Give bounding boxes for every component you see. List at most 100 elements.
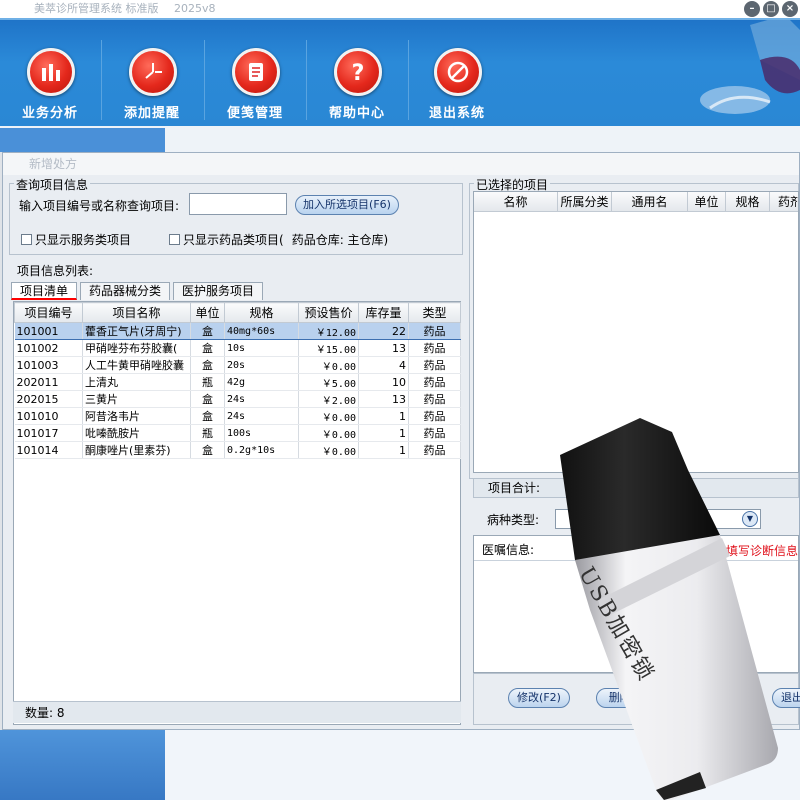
tab-nursing-service[interactable]: 医护服务项目	[173, 282, 264, 300]
checkbox-box[interactable]	[169, 234, 180, 245]
cell-spec: 100s	[224, 424, 299, 442]
col-header-unit[interactable]: 单位	[190, 302, 225, 323]
chevron-down-icon[interactable]: ▼	[742, 511, 758, 527]
table-row[interactable]: 202015 三黄片 盒 24s ￥2.00 13 药品	[14, 390, 461, 408]
table-row[interactable]: 101010 阿昔洛韦片 盒 24s ￥0.00 1 药品	[14, 407, 461, 425]
cell-type: 药品	[408, 424, 461, 442]
cell-spec: 42g	[224, 373, 299, 391]
cell-code: 101010	[14, 407, 83, 425]
disease-type-select[interactable]: ▼	[555, 509, 761, 529]
tab-item-list[interactable]: 项目清单	[11, 282, 78, 300]
minimize-icon[interactable]: –	[744, 1, 760, 17]
toolbar-label: 业务分析	[21, 106, 78, 121]
cell-code: 101003	[14, 356, 83, 374]
exit-system-button[interactable]: 退出系统	[407, 20, 507, 128]
col-header-category[interactable]: 所属分类	[558, 192, 612, 211]
cell-price: ￥0.00	[298, 424, 359, 442]
advice-divider	[474, 560, 798, 561]
item-tabs: 项目清单 药品器械分类 医护服务项目	[11, 282, 266, 300]
cell-spec: 0.2g*10s	[224, 441, 299, 459]
advice-label: 医嘱信息:	[482, 543, 535, 557]
title-bar: 美萃诊所管理系统 标准版 2025v8 – □ ×	[0, 0, 800, 18]
window-title: 美萃诊所管理系统 标准版	[34, 2, 159, 15]
cell-unit: 盒	[190, 407, 225, 425]
cell-price: ￥0.00	[298, 407, 359, 425]
only-drug-checkbox[interactable]: 只显示药品类项目( 药品仓库: 主仓库)	[169, 231, 388, 248]
panel-title: 新增处方	[3, 153, 799, 175]
cell-unit: 盒	[190, 356, 225, 374]
col-header-generic-name[interactable]: 通用名	[612, 192, 688, 211]
checkbox-box[interactable]	[21, 234, 32, 245]
close-icon[interactable]: ×	[782, 1, 798, 17]
col-header-unit[interactable]: 单位	[688, 192, 726, 211]
col-header-spec[interactable]: 规格	[224, 302, 299, 323]
cell-name: 藿香正气片(牙周宁)	[82, 322, 191, 340]
add-reminder-button[interactable]: 添加提醒	[102, 20, 202, 128]
table-row[interactable]: 202011 上清丸 瓶 42g ￥5.00 10 药品	[14, 373, 461, 391]
cell-spec: 20s	[224, 356, 299, 374]
cell-stock: 10	[358, 373, 409, 391]
cell-type: 药品	[408, 390, 461, 408]
notepad-icon	[232, 48, 280, 96]
strip-accent	[0, 128, 165, 152]
business-analysis-button[interactable]: 业务分析	[0, 20, 100, 128]
cell-price: ￥15.00	[298, 339, 359, 357]
cell-name: 三黄片	[82, 390, 191, 408]
cell-type: 药品	[408, 322, 461, 340]
bottom-band	[0, 730, 800, 800]
cell-spec: 24s	[224, 390, 299, 408]
cell-spec: 40mg*60s	[224, 322, 299, 340]
new-prescription-panel: 新增处方 查询项目信息 输入项目编号或名称查询项目: 加入所选项目(F6) 只显…	[2, 152, 800, 730]
col-header-spec[interactable]: 规格	[726, 192, 770, 211]
col-header-dosage[interactable]: 药剂	[770, 192, 798, 211]
cell-spec: 24s	[224, 407, 299, 425]
only-service-label: 只显示服务类项目	[35, 233, 132, 247]
only-drug-label: 只显示药品类项目(	[183, 233, 284, 247]
cell-stock: 1	[358, 424, 409, 442]
table-row[interactable]: 101014 酮康唑片(里素芬) 盒 0.2g*10s ￥0.00 1 药品	[14, 441, 461, 459]
table-row[interactable]: 101003 人工牛黄甲硝唑胶囊 盒 20s ￥0.00 4 药品	[14, 356, 461, 374]
cell-name: 人工牛黄甲硝唑胶囊	[82, 356, 191, 374]
exit-button[interactable]: 退出	[772, 688, 800, 708]
modify-button[interactable]: 修改(F2)	[508, 688, 570, 708]
cell-name: 酮康唑片(里素芬)	[82, 441, 191, 459]
cell-spec: 10s	[224, 339, 299, 357]
add-selected-button[interactable]: 加入所选项目(F6)	[295, 195, 399, 215]
cell-price: ￥12.00	[298, 322, 359, 340]
cell-stock: 13	[358, 339, 409, 357]
col-header-name[interactable]: 名称	[474, 192, 558, 211]
help-center-button[interactable]: ? 帮助中心	[307, 20, 407, 128]
notes-management-button[interactable]: 便笺管理	[205, 20, 305, 128]
col-header-stock[interactable]: 库存量	[358, 302, 409, 323]
cell-unit: 盒	[190, 441, 225, 459]
window-controls: – □ ×	[744, 1, 798, 17]
cell-price: ￥2.00	[298, 390, 359, 408]
search-input[interactable]	[189, 193, 287, 215]
col-header-price[interactable]: 预设售价	[298, 302, 359, 323]
table-row[interactable]: 101017 吡嗪酰胺片 瓶 100s ￥0.00 1 药品	[14, 424, 461, 442]
selected-header-row: 名称 所属分类 通用名 单位 规格 药剂	[474, 192, 798, 212]
cell-unit: 盒	[190, 390, 225, 408]
cell-price: ￥0.00	[298, 356, 359, 374]
cell-code: 101017	[14, 424, 83, 442]
col-header-name[interactable]: 项目名称	[82, 302, 191, 323]
query-group-title: 查询项目信息	[14, 176, 91, 193]
item-total-bar: 项目合计:	[473, 478, 799, 498]
cell-stock: 1	[358, 407, 409, 425]
no-entry-icon	[434, 48, 482, 96]
col-header-type[interactable]: 类型	[408, 302, 461, 323]
question-icon: ?	[334, 48, 382, 96]
col-header-code[interactable]: 项目编号	[14, 302, 83, 323]
only-service-checkbox[interactable]: 只显示服务类项目	[21, 231, 131, 248]
table-row[interactable]: 101001 藿香正气片(牙周宁) 盒 40mg*60s ￥12.00 22 药…	[14, 322, 461, 340]
restore-icon[interactable]: □	[763, 1, 779, 17]
table-row[interactable]: 101002 甲硝唑芬布芬胶囊( 盒 10s ￥15.00 13 药品	[14, 339, 461, 357]
cell-name: 阿昔洛韦片	[82, 407, 191, 425]
cell-unit: 瓶	[190, 373, 225, 391]
cell-code: 202011	[14, 373, 83, 391]
toolbar-label: 添加提醒	[123, 106, 180, 121]
cell-name: 上清丸	[82, 373, 191, 391]
cell-type: 药品	[408, 356, 461, 374]
tab-drug-category[interactable]: 药品器械分类	[80, 282, 171, 300]
cell-type: 药品	[408, 339, 461, 357]
